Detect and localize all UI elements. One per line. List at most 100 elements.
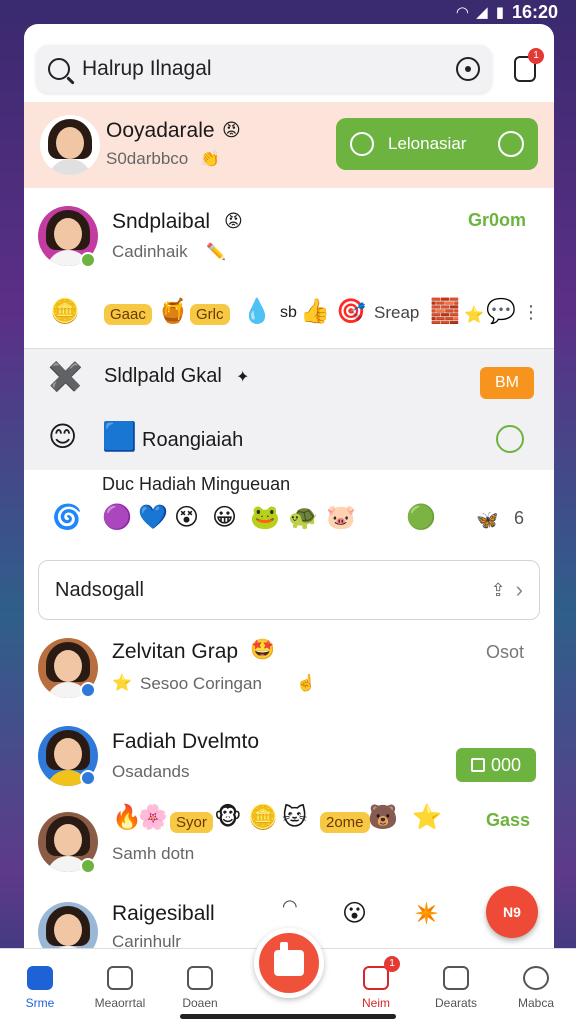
- red-face-icon: 😡: [222, 120, 241, 140]
- chat-name: Fadiah Dvelmto: [112, 730, 260, 753]
- pink-blob-icon: 🌸: [138, 804, 168, 831]
- message-icon: [363, 966, 389, 990]
- star-icon: ⭐: [112, 675, 132, 692]
- home-indicator: [180, 1014, 396, 1019]
- ranging-name[interactable]: Roangiaiah: [142, 429, 243, 452]
- box-icon: [470, 758, 485, 772]
- sticker-label[interactable]: Gaac: [104, 304, 152, 325]
- star-icon[interactable]: ⭐: [464, 302, 484, 330]
- timestamp: Gass: [486, 810, 531, 830]
- chat-bubble-icon: [350, 132, 374, 156]
- blue-blob-icon[interactable]: 💧: [242, 298, 272, 326]
- coin-stack-icon: 🪙: [248, 804, 278, 831]
- pig-icon[interactable]: 🐷: [326, 504, 356, 532]
- tab-search[interactable]: Meaorrtal: [88, 966, 152, 1010]
- status-bar: ◠ ◢ ▮ 16:20: [0, 0, 576, 24]
- coin-icon[interactable]: 🪙: [50, 298, 80, 326]
- search-icon: [107, 966, 133, 990]
- spiral-icon[interactable]: 🌀: [52, 504, 82, 532]
- search-icon: [48, 58, 70, 80]
- tab-contacts[interactable]: Dearats: [424, 966, 488, 1010]
- star-icon: ✴️: [414, 903, 439, 925]
- butterfly-icon[interactable]: 🦋: [476, 506, 498, 534]
- blue-heart-icon[interactable]: 💙: [138, 504, 168, 532]
- profile-icon: [523, 966, 549, 990]
- tab-label: Dearats: [434, 996, 478, 1010]
- timestamp: Osot: [486, 642, 525, 662]
- yellow-face-icon: 😮: [342, 900, 368, 927]
- chat-subtitle: Samh dotn: [112, 844, 195, 863]
- chat-row[interactable]: Zelvitan Grap 🤩 ⭐ Sesoo Coringan ☝️ Osot: [24, 626, 554, 716]
- contact-name: Ooyadarale: [106, 119, 215, 142]
- group-block: ✖️ Sldlpald Gkal ✦ BM 😊 🟦 Roangiaiah: [24, 348, 554, 470]
- verified-icon: [80, 770, 96, 786]
- chat-name: Zelvitan Grap: [112, 640, 239, 663]
- more-icon[interactable]: ⋮: [522, 302, 540, 323]
- nadsogall-label: Nadsogall: [55, 578, 144, 601]
- edit-icon: [187, 966, 213, 990]
- purple-blob-icon[interactable]: 🟣: [102, 504, 132, 532]
- home-icon: [27, 966, 53, 990]
- chat-action-button[interactable]: Lelonasiar: [336, 118, 538, 170]
- thumbs-icon[interactable]: 👍: [300, 298, 330, 326]
- teal-blob-icon[interactable]: 🐢: [288, 504, 318, 532]
- contact-row[interactable]: Sndplaibal 😡 Cadinhaik ✏️ Gr0om: [24, 190, 554, 282]
- sticker-label[interactable]: Grlc: [190, 304, 230, 325]
- sticker-count: 6: [514, 508, 525, 528]
- sticker-section: Duc Hadiah Mingueuan 🌀 🟣 💙 😵 😀 🐸 🐢 🐷 🟢 🦋…: [24, 470, 554, 552]
- chat-row[interactable]: 🔥 🌸 Syor 🐵 🪙 🐱 2ome 🐻 ⭐ Gass Samh dotn: [24, 800, 554, 892]
- sticker-label: Syor: [170, 812, 213, 833]
- action-button[interactable]: 000: [456, 748, 536, 782]
- signal-icon: ◢: [476, 4, 488, 21]
- honey-jar-icon[interactable]: 🍯: [158, 298, 188, 326]
- sticker-label[interactable]: Sreap: [374, 303, 419, 323]
- nadsogall-row[interactable]: Nadsogall ⇪ ›: [38, 560, 540, 620]
- chat-subtitle: Sesoo Coringan: [140, 674, 262, 693]
- sparkle-face-icon: 🤩: [250, 639, 275, 661]
- chat-icon[interactable]: 💬: [486, 298, 516, 326]
- tab-label: Mabca: [517, 996, 555, 1010]
- monkey-icon: 🐵: [214, 804, 242, 831]
- chat-subtitle: Carinhulr: [112, 932, 181, 948]
- green-ball-icon[interactable]: 🟢: [406, 504, 436, 532]
- sticker-label[interactable]: sb: [280, 304, 297, 322]
- center-home-button[interactable]: [254, 928, 324, 998]
- stack-icon[interactable]: 🧱: [430, 298, 460, 326]
- chat-action-label: Lelonasiar: [388, 134, 467, 153]
- tab-profile[interactable]: Mabca: [504, 966, 568, 1010]
- blue-face-icon[interactable]: 😀: [212, 504, 237, 532]
- pencil-icon: ✏️: [206, 244, 226, 261]
- search-box[interactable]: [36, 45, 492, 93]
- group-name[interactable]: Sldlpald Gkal: [104, 365, 222, 388]
- timestamp: Gr0om: [468, 210, 527, 230]
- main-card: 1 Ooyadarale 😡 S0darbbco 👏 Lelonasiar Sn…: [24, 24, 554, 948]
- notification-button[interactable]: 1: [514, 48, 544, 82]
- red-face-icon: 😡: [224, 211, 243, 231]
- group-badge-button[interactable]: BM: [480, 367, 534, 399]
- avatar: [38, 902, 98, 948]
- yellow-face-icon[interactable]: 😵: [174, 504, 199, 532]
- tab-edit[interactable]: Doaen: [168, 966, 232, 1010]
- verified-icon: [80, 682, 96, 698]
- refresh-icon[interactable]: [496, 425, 524, 453]
- chat-name: Raigesiball: [112, 902, 215, 925]
- target-icon[interactable]: [456, 57, 480, 81]
- battery-icon: ▮: [495, 4, 504, 21]
- tab-home[interactable]: Srme: [8, 966, 72, 1010]
- online-status-icon: [80, 252, 96, 268]
- action-button-label: 000: [490, 754, 522, 775]
- target-sticker-icon[interactable]: 🎯: [336, 298, 366, 326]
- contact-name: Sndplaibal: [112, 210, 211, 233]
- tab-messages[interactable]: 1 Neim: [344, 956, 408, 1010]
- compose-fab[interactable]: N9: [486, 886, 538, 938]
- chat-row[interactable]: Fadiah Dvelmto Osadands 000: [24, 718, 554, 806]
- search-input[interactable]: [82, 57, 444, 81]
- hand-icon: ☝️: [296, 675, 316, 692]
- featured-row[interactable]: Ooyadarale 😡 S0darbbco 👏 Lelonasiar: [24, 102, 554, 188]
- avatar: [40, 115, 100, 175]
- bear-icon: 🐻: [368, 804, 398, 831]
- frog-icon[interactable]: 🐸: [250, 504, 280, 532]
- wifi-icon: ◠: [456, 4, 469, 21]
- house-icon: [274, 942, 304, 976]
- clock: 16:20: [511, 1, 558, 22]
